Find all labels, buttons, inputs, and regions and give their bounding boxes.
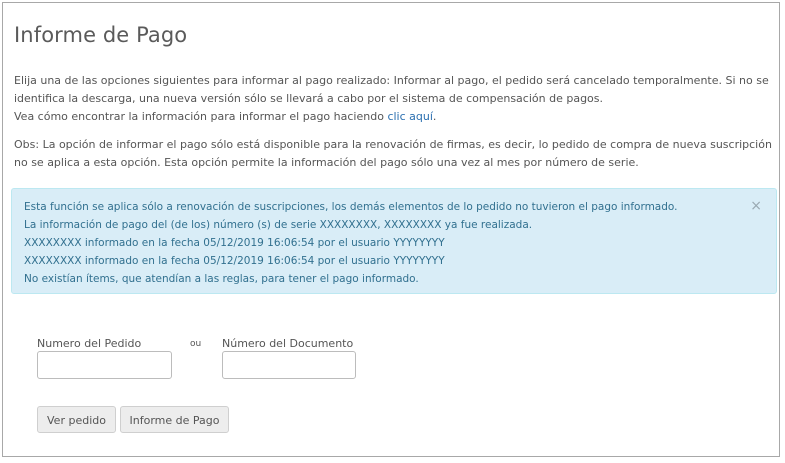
info-alert: Esta función se aplica sólo a renovación… bbox=[11, 188, 777, 294]
alert-line: No existían ítems, que atendían a las re… bbox=[24, 273, 419, 285]
pedido-number-input[interactable] bbox=[37, 351, 172, 379]
howto-text: Vea cómo encontrar la información para i… bbox=[14, 110, 388, 123]
pedido-label: Numero del Pedido bbox=[37, 337, 142, 350]
alert-line: La información de pago del (de los) núme… bbox=[24, 219, 533, 231]
click-here-link[interactable]: clic aquí bbox=[387, 110, 432, 123]
howto-suffix: . bbox=[432, 110, 437, 123]
alert-line: XXXXXXXX informado en la fecha 05/12/201… bbox=[24, 237, 445, 249]
informe-pago-button[interactable]: Informe de Pago bbox=[120, 406, 229, 433]
close-icon[interactable]: × bbox=[750, 197, 762, 215]
alert-line: XXXXXXXX informado en la fecha 05/12/201… bbox=[24, 255, 445, 267]
page-title: Informe de Pago bbox=[14, 23, 188, 47]
intro-paragraph: Elija una de las opciones siguientes par… bbox=[14, 72, 782, 126]
page-frame: Informe de Pago Elija una de las opcione… bbox=[2, 2, 780, 457]
documento-number-input[interactable] bbox=[222, 351, 356, 379]
or-label: ou bbox=[190, 339, 202, 349]
note-paragraph: Obs: La opción de informar el pago sólo … bbox=[14, 138, 772, 169]
intro-text: Elija una de las opciones siguientes par… bbox=[14, 74, 769, 105]
documento-label: Número del Documento bbox=[222, 337, 354, 350]
ver-pedido-button[interactable]: Ver pedido bbox=[37, 406, 116, 433]
alert-line: Esta función se aplica sólo a renovación… bbox=[24, 201, 678, 213]
